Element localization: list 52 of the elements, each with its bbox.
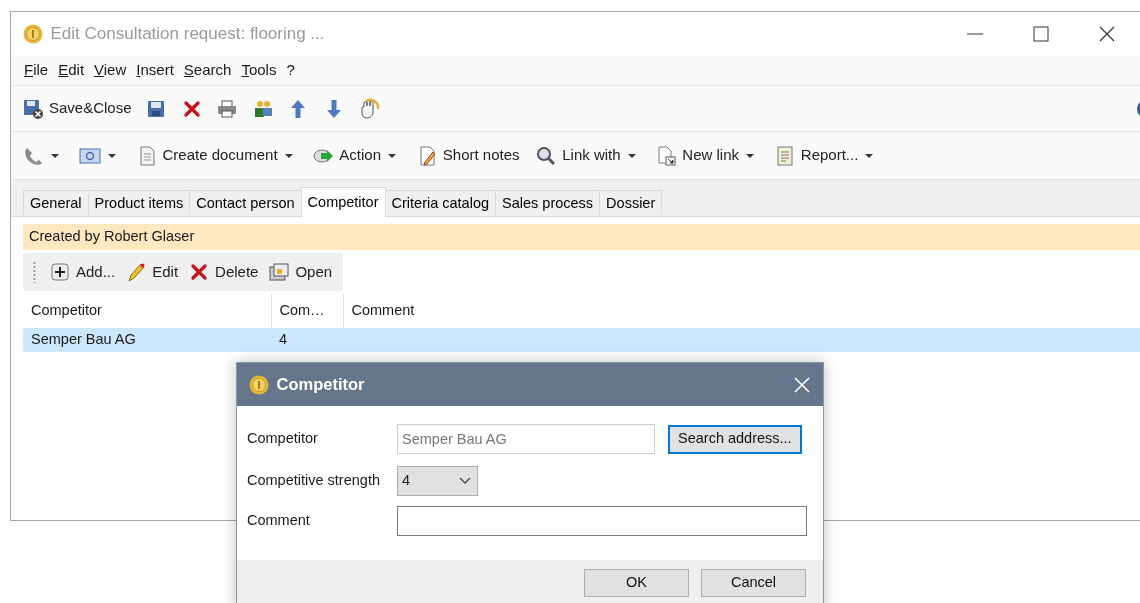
open-button[interactable]: Open	[265, 258, 336, 286]
caret-icon	[51, 153, 59, 158]
field-label: Comment	[247, 511, 311, 531]
add-button[interactable]: Add...	[46, 258, 119, 286]
menu-item[interactable]: Insert	[131, 57, 179, 84]
link-with-button[interactable]: Link with	[532, 142, 643, 169]
open-icon	[268, 261, 291, 283]
caret-icon	[107, 153, 116, 158]
field-label: Competitive strength	[247, 471, 381, 491]
coin-icon	[249, 374, 269, 395]
caret-icon	[746, 153, 755, 158]
field-label: Competitor	[247, 429, 319, 449]
save-close-button[interactable]: Save&Close	[19, 95, 135, 122]
magnifier-link-icon	[535, 144, 558, 167]
caret-icon	[627, 153, 636, 158]
caret-icon	[388, 153, 397, 158]
cancel-button[interactable]: Cancel	[701, 569, 806, 597]
caret-icon	[284, 153, 293, 158]
report-button[interactable]: Report...	[770, 142, 881, 169]
tab[interactable]: Competitor	[300, 187, 386, 217]
caret-icon	[865, 153, 874, 158]
save-close-icon	[22, 97, 44, 120]
create-document-button[interactable]: Create document	[132, 142, 300, 169]
ok-button[interactable]: OK	[584, 569, 689, 597]
table-cell: 4	[271, 328, 343, 352]
table-cell: Semper Bau AG	[23, 328, 271, 352]
input-field[interactable]	[397, 506, 807, 536]
short-notes-button[interactable]: Short notes	[412, 142, 523, 169]
menu-item[interactable]: Edit	[53, 57, 90, 84]
dialog-title: Competitor	[276, 374, 365, 396]
window-title: Edit Consultation request: flooring ...	[50, 23, 325, 46]
tab[interactable]: Dossier	[599, 190, 663, 215]
menu-item[interactable]: File	[19, 57, 54, 84]
maximize-icon[interactable]	[1030, 23, 1052, 45]
add-icon	[49, 261, 71, 283]
menu-item[interactable]: Tools	[236, 57, 282, 84]
column-header[interactable]: Comment	[343, 294, 1140, 328]
info-bar: Created by Robert Glaser	[23, 224, 1140, 250]
new-link-button[interactable]: New link	[652, 142, 762, 169]
edit-button[interactable]: Edit	[122, 258, 182, 286]
dropdown-field[interactable]: 4	[397, 466, 478, 496]
action-button[interactable]: Action	[309, 142, 404, 169]
chevron-down-icon	[459, 477, 471, 485]
hand-icon	[358, 97, 381, 120]
menu-item[interactable]: Search	[178, 57, 237, 84]
tab[interactable]: General	[23, 190, 89, 215]
coin-icon	[23, 24, 43, 44]
printer-icon	[216, 97, 239, 120]
menu-item[interactable]: ?	[281, 57, 300, 84]
document-link-icon	[655, 144, 678, 167]
menu-item[interactable]: View	[89, 57, 132, 84]
delete-button[interactable]: Delete	[185, 258, 262, 286]
